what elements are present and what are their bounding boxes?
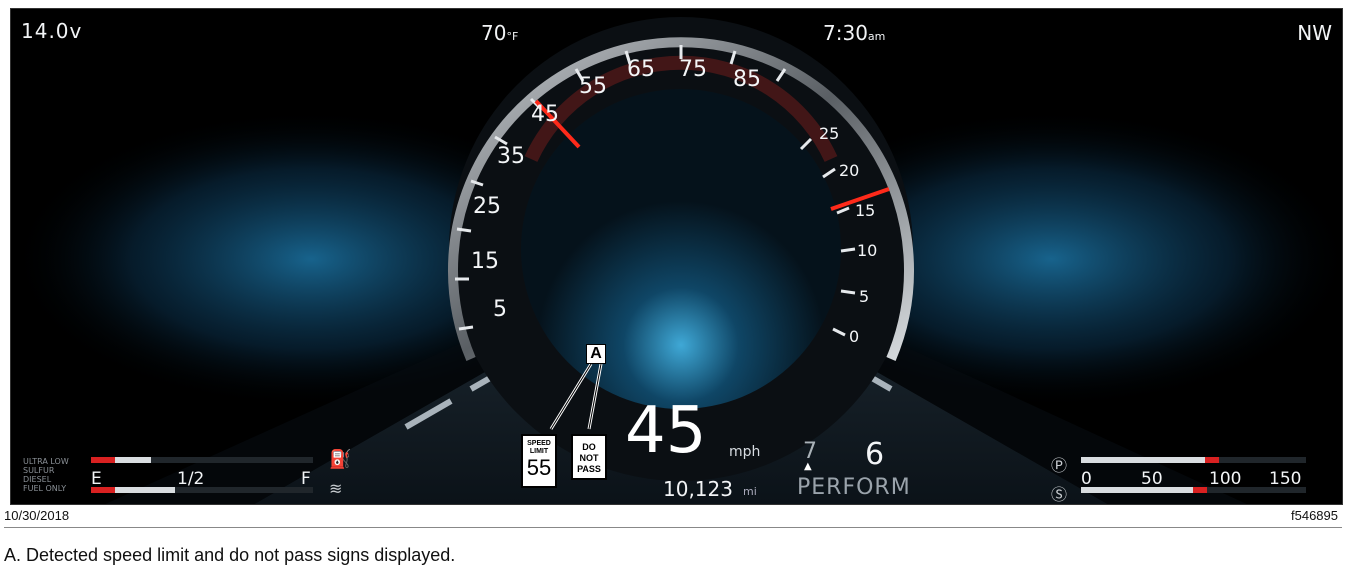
fuel-full-label: F [301, 469, 311, 489]
callout-label: A [586, 344, 606, 364]
do-not-pass-line2: NOT [579, 453, 599, 463]
tach-tick-label: 5 [859, 287, 870, 306]
speed-tick-label: 85 [733, 67, 761, 92]
fuel-label-line: FUEL ONLY [23, 484, 67, 493]
speed-tick-label: 15 [471, 249, 499, 274]
air-gauge-label: 0 [1081, 469, 1092, 489]
caption-divider [4, 527, 1342, 528]
do-not-pass-sign: DO NOT PASS [571, 434, 607, 480]
def-fluid-icon: ≋ [329, 479, 343, 498]
digital-speed: 45 [625, 394, 707, 468]
speed-limit-line2: LIMIT [529, 448, 549, 455]
figure-id: f546895 [1291, 508, 1338, 523]
clock: 7:30am [823, 21, 885, 45]
fuel-label-line: SULFUR [23, 466, 55, 475]
air-gauge-label: 100 [1209, 469, 1242, 489]
fuel-type-label: ULTRA LOW SULFUR DIESEL FUEL ONLY [23, 457, 69, 493]
speed-limit-value: 55 [526, 455, 552, 480]
voltage-readout: 14.0v [21, 19, 83, 43]
odometer: 10,123 [663, 477, 733, 501]
speed-tick-label: 5 [493, 297, 507, 322]
outside-temperature: 70°F [481, 21, 518, 45]
fuel-label-line: DIESEL [23, 475, 52, 484]
tach-tick-label: 25 [819, 124, 840, 143]
tach-tick-label: 15 [855, 201, 876, 220]
upshift-arrow-icon: ▲ [804, 461, 812, 472]
fuel-pump-icon: ⛽ [329, 449, 352, 470]
speed-limit-line1: SPEED [527, 440, 551, 447]
tach-tick-label: 10 [857, 241, 878, 260]
compass-heading: NW [1297, 21, 1332, 45]
instrument-cluster: 14.0v 70°F 7:30am NW 5 15 25 35 45 55 65… [10, 8, 1343, 505]
air-gauge-label: 50 [1141, 469, 1163, 489]
fuel-empty-label: E [91, 469, 102, 489]
time-suffix: am [867, 30, 886, 43]
primary-air-icon: Ⓟ [1051, 456, 1068, 475]
speed-tick-label: 35 [497, 144, 525, 169]
caption-date: 10/30/2018 [4, 508, 70, 523]
tach-tick-label: 0 [849, 327, 860, 346]
do-not-pass-line3: PASS [577, 464, 601, 474]
fuel-label-line: ULTRA LOW [23, 457, 69, 466]
speed-tick-label: 55 [579, 74, 607, 99]
speed-limit-sign: SPEED LIMIT 55 [521, 434, 557, 488]
speed-tick-label: 75 [679, 57, 707, 82]
air-gauge-label: 150 [1269, 469, 1302, 489]
tach-tick-label: 20 [839, 161, 860, 180]
do-not-pass-line1: DO [582, 442, 596, 452]
speed-unit: mph [729, 444, 761, 460]
secondary-air-icon: Ⓢ [1051, 485, 1068, 504]
fuel-half-label: 1/2 [177, 469, 205, 489]
odometer-unit: mi [743, 485, 757, 498]
temperature-value: 70 [481, 21, 507, 45]
speed-tick-label: 65 [627, 57, 655, 82]
caption-description: A. Detected speed limit and do not pass … [4, 545, 456, 565]
drive-mode: PERFORM [797, 475, 911, 500]
temperature-unit: °F [506, 30, 519, 43]
speed-tick-label: 45 [531, 102, 559, 127]
time-value: 7:30 [823, 21, 868, 45]
speed-tick-label: 25 [473, 194, 501, 219]
current-gear: 6 [865, 437, 885, 472]
